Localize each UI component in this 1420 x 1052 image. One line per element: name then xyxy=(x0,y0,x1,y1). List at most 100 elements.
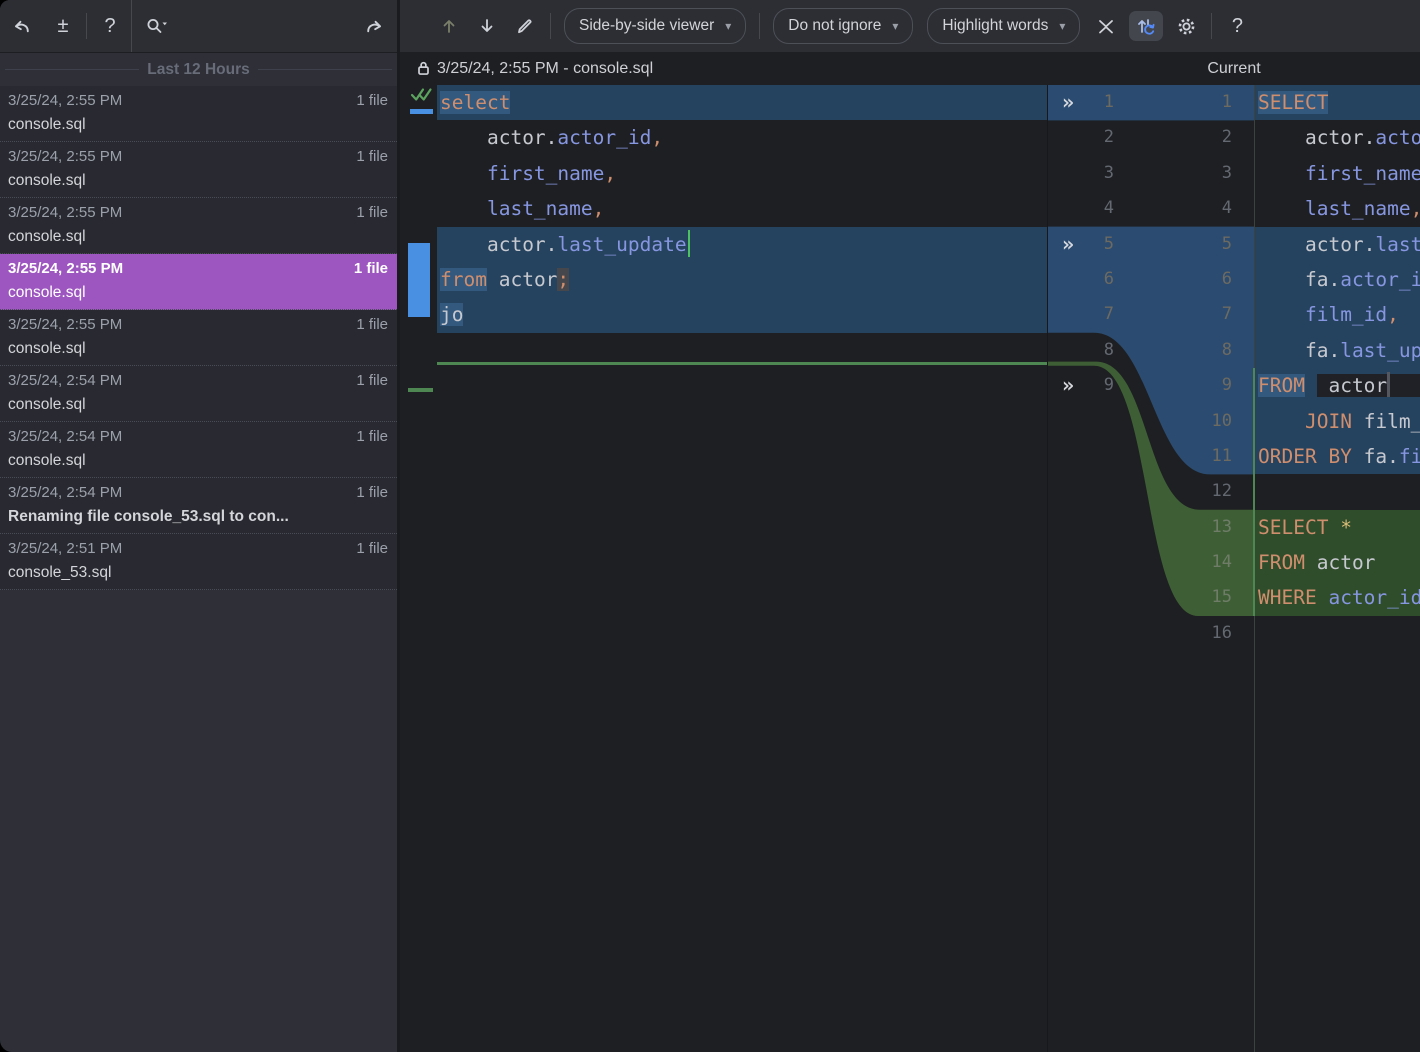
next-difference-button[interactable] xyxy=(468,9,506,43)
toolbar-separator xyxy=(1211,13,1212,39)
undo-arrow-icon xyxy=(11,17,32,35)
section-rule-left xyxy=(5,69,139,70)
search-field[interactable] xyxy=(131,0,397,52)
item-filename: console.sql xyxy=(8,281,388,305)
history-section-header: Last 12 Hours xyxy=(0,53,397,86)
apply-change-chevron-icon[interactable]: » xyxy=(1062,368,1096,403)
item-timestamp: 3/25/24, 2:55 PM xyxy=(8,89,122,113)
line-number: 7 xyxy=(1166,297,1232,332)
code-line: fa.last_update xyxy=(1255,333,1420,368)
left-pane-title: 3/25/24, 2:55 PM - console.sql xyxy=(416,52,653,85)
section-rule-right xyxy=(258,69,392,70)
search-options-arrow xyxy=(163,23,168,26)
pencil-icon xyxy=(515,16,535,36)
chevron-down-icon: ▾ xyxy=(1059,19,1065,33)
code-line: select xyxy=(437,85,1048,120)
code-line: film_id, xyxy=(1255,297,1420,332)
left-code-pane[interactable]: select actor.actor_id, first_name, last_… xyxy=(437,85,1048,1052)
history-item[interactable]: 3/25/24, 2:54 PM1 fileRenaming file cons… xyxy=(0,478,397,534)
line-number: 1 xyxy=(1166,85,1232,120)
history-item[interactable]: 3/25/24, 2:54 PM 1 fileconsole.sql xyxy=(0,422,397,478)
history-item[interactable]: 3/25/24, 2:55 PM1 fileconsole.sql xyxy=(0,142,397,198)
gear-icon xyxy=(1176,16,1197,37)
synchronize-scrolling-toggle[interactable] xyxy=(1129,11,1163,41)
item-filename: console.sql xyxy=(8,337,388,361)
item-timestamp: 3/25/24, 2:54 PM xyxy=(8,425,122,449)
item-file-count: 1 file xyxy=(356,481,388,505)
code-line: actor.last_update, xyxy=(1255,227,1420,262)
line-number: 3 xyxy=(1048,156,1114,191)
right-line-numbers: 12345678910111213141516 xyxy=(1166,85,1232,651)
line-number: 2 xyxy=(1166,120,1232,155)
item-file-count: 1 file xyxy=(356,313,388,337)
item-filename: console.sql xyxy=(8,393,388,417)
right-pane-title: Current xyxy=(1048,52,1420,85)
collapse-unchanged-button[interactable] xyxy=(1087,9,1125,43)
history-item[interactable]: 3/25/24, 2:51 PM1 fileconsole_53.sql xyxy=(0,534,397,590)
highlight-mode-dropdown[interactable]: Highlight words ▾ xyxy=(927,8,1080,44)
previous-difference-button[interactable] xyxy=(430,9,468,43)
apply-change-chevron-icon[interactable]: » xyxy=(1062,227,1096,262)
code-line: first_name, xyxy=(437,156,1048,191)
revert-button[interactable] xyxy=(0,8,42,44)
viewer-mode-dropdown[interactable]: Side-by-side viewer ▾ xyxy=(564,8,746,44)
item-file-count: 1 file xyxy=(354,257,388,281)
help-button[interactable]: ? xyxy=(89,8,131,44)
diff-toolbar: Side-by-side viewer ▾ Do not ignore ▾ Hi… xyxy=(400,0,1420,52)
chevron-down-icon: ▾ xyxy=(725,19,731,33)
item-timestamp: 3/25/24, 2:54 PM xyxy=(8,481,122,505)
history-item[interactable]: 3/25/24, 2:55 PM1 fileconsole.sql xyxy=(0,198,397,254)
line-number: 6 xyxy=(1166,262,1232,297)
code-line: jo xyxy=(437,297,1048,332)
highlight-mode-label: Highlight words xyxy=(942,17,1048,35)
code-line: last_name, xyxy=(437,191,1048,226)
item-filename: console.sql xyxy=(8,449,388,473)
code-line: ORDER BY fa.film_id xyxy=(1255,439,1420,474)
code-line: actor.last_update xyxy=(437,227,1048,262)
history-item[interactable]: 3/25/24, 2:54 PM1 fileconsole.sql xyxy=(0,366,397,422)
code-line: SELECT xyxy=(1255,85,1420,120)
viewer-mode-label: Side-by-side viewer xyxy=(579,17,714,35)
item-file-count: 1 file xyxy=(356,425,388,449)
line-number: 5 xyxy=(1166,227,1232,262)
diff-help-button[interactable]: ? xyxy=(1218,9,1256,43)
line-number: 14 xyxy=(1166,545,1232,580)
edit-source-button[interactable] xyxy=(506,9,544,43)
history-item[interactable]: 3/25/24, 2:55 PM1 fileconsole.sql xyxy=(0,86,397,142)
code-line: actor.actor_id, xyxy=(1255,120,1420,155)
history-item[interactable]: 3/25/24, 2:55 PM 1 fileconsole.sql xyxy=(0,310,397,366)
apply-change-chevron-icon[interactable]: » xyxy=(1062,85,1096,120)
item-timestamp: 3/25/24, 2:55 PM xyxy=(8,201,122,225)
code-line: last_name, xyxy=(1255,191,1420,226)
code-line xyxy=(437,368,1048,403)
diff-settings-button[interactable] xyxy=(1167,9,1205,43)
line-number: 9 xyxy=(1166,368,1232,403)
line-number: 2 xyxy=(1048,120,1114,155)
line-number: 8 xyxy=(1048,333,1114,368)
history-toolbar: ± ? xyxy=(0,0,397,53)
changed-lines-marker[interactable] xyxy=(408,243,430,317)
revert-selection-icon[interactable] xyxy=(364,17,385,35)
arrow-down-icon xyxy=(477,16,497,36)
arrow-up-icon xyxy=(439,16,459,36)
code-line xyxy=(1255,616,1420,651)
toolbar-separator xyxy=(550,13,551,39)
item-timestamp: 3/25/24, 2:54 PM xyxy=(8,369,122,393)
left-title-text: 3/25/24, 2:55 PM - console.sql xyxy=(437,60,653,78)
whitespace-policy-label: Do not ignore xyxy=(788,17,881,35)
item-filename: console.sql xyxy=(8,225,388,249)
line-number: 7 xyxy=(1048,297,1114,332)
line-number: 15 xyxy=(1166,580,1232,615)
history-item[interactable]: 3/25/24, 2:55 PM1 fileconsole.sql xyxy=(0,254,397,310)
whitespace-policy-dropdown[interactable]: Do not ignore ▾ xyxy=(773,8,913,44)
code-line: actor.actor_id, xyxy=(437,120,1048,155)
item-filename: console.sql xyxy=(8,169,388,193)
right-code-pane[interactable]: SELECT actor.actor_id, first_name, last_… xyxy=(1255,85,1420,1052)
create-patch-button[interactable]: ± xyxy=(42,8,84,44)
item-timestamp: 3/25/24, 2:55 PM xyxy=(8,313,122,337)
sync-scroll-icon xyxy=(1135,15,1157,37)
inserted-lines-marker[interactable] xyxy=(408,388,433,392)
search-icon xyxy=(144,16,168,36)
diff-header: 3/25/24, 2:55 PM - console.sql Current xyxy=(400,52,1420,85)
applied-check-icon xyxy=(410,87,436,104)
